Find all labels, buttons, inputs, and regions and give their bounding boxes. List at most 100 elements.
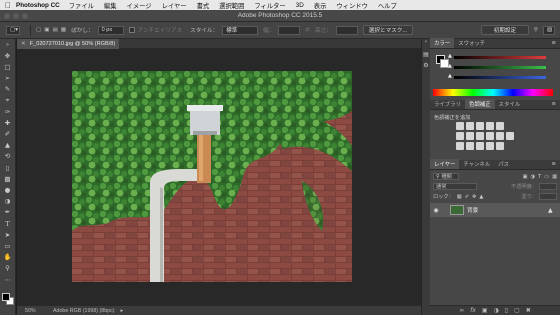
antialias-checkbox[interactable] [128,27,135,33]
layer-visibility-eye-icon[interactable]: ◉ [430,207,442,214]
black-white-icon[interactable] [476,132,484,140]
marquee-preset-picker[interactable]: ▢▾ [6,25,20,35]
tab-paths[interactable]: パス [494,159,513,169]
filter-shape-icon[interactable]: ▭ [544,174,549,180]
menu-filter[interactable]: フィルター [254,1,285,10]
zoom-level[interactable]: 50% [17,308,43,314]
channel-mixer-icon[interactable] [496,132,504,140]
blue-slider[interactable]: ▲ [448,73,556,80]
subtract-selection-icon[interactable]: ▤ [53,27,58,33]
layer-row-background[interactable]: ◉ 背景 ▲ [430,203,560,217]
apple-icon[interactable]:  [0,1,16,10]
properties-panel-icon[interactable]: ⚙ [422,62,430,73]
move-tool-icon[interactable]: ✥ [0,50,15,61]
menu-select[interactable]: 選択範囲 [219,1,244,10]
tab-adjustments[interactable]: 色調補正 [464,99,495,109]
red-slider-handle[interactable]: ▲ [448,53,452,59]
new-group-icon[interactable]: ▯ [505,307,508,314]
levels-icon[interactable] [466,122,474,130]
menu-edit[interactable]: 編集 [104,1,117,10]
layer-style-icon[interactable]: fx [470,307,476,314]
fill-input[interactable] [539,193,557,200]
marquee-tool-icon[interactable]: □ [0,61,15,72]
layers-menu-icon[interactable]: ≡ [547,159,560,169]
crop-tool-icon[interactable]: ⌖ [0,95,15,106]
brush-tool-icon[interactable]: ✐ [0,129,15,140]
feather-input[interactable]: 0 px [97,25,124,35]
menu-window[interactable]: ウィンドウ [336,1,367,10]
pen-tool-icon[interactable]: ✒ [0,207,15,218]
red-slider[interactable]: ▲ [448,53,556,60]
app-name-menu[interactable]: Photoshop CC [16,2,60,9]
select-and-mask-button[interactable]: 選択とマスク... [362,25,414,35]
menu-3d[interactable]: 3D [296,2,304,9]
panel-collapse-icon[interactable]: » [0,39,15,50]
menu-file[interactable]: ファイル [69,1,94,10]
hue-saturation-icon[interactable] [456,132,464,140]
history-brush-tool-icon[interactable]: ⟲ [0,151,15,162]
gradient-tool-icon[interactable]: ▩ [0,173,15,184]
new-selection-icon[interactable]: ▢ [36,27,41,33]
filter-type-icon[interactable]: T [538,174,541,180]
tab-swatches[interactable]: スウォッチ [454,38,489,48]
document-image[interactable] [72,71,352,282]
lock-image-icon[interactable]: ✐ [465,194,469,200]
lock-all-icon[interactable]: ▲ [479,194,483,200]
color-balance-icon[interactable] [466,132,474,140]
opacity-input[interactable] [539,183,557,190]
tab-color[interactable]: カラー [430,38,455,48]
invert-icon[interactable] [456,142,464,150]
dodge-tool-icon[interactable]: ◑ [0,196,15,207]
blend-mode-select[interactable]: 通常 [433,183,477,190]
layer-kind-filter[interactable]: ⚲ 種類 [433,173,459,180]
exposure-icon[interactable] [486,122,494,130]
hand-tool-icon[interactable]: ✋ [0,252,15,263]
threshold-icon[interactable] [476,142,484,150]
filter-smart-icon[interactable]: ▦ [552,174,557,180]
workspace-switcher[interactable]: 初期設定 [480,25,529,35]
intersect-selection-icon[interactable]: ▩ [61,27,66,33]
menu-type[interactable]: 書式 [197,1,210,10]
more-tools-icon[interactable]: ⋯ [0,274,15,285]
color-swatches[interactable] [2,293,14,305]
vibrance-icon[interactable] [496,122,504,130]
workspace-panel-button[interactable]: ▧ [543,25,555,35]
filter-pixel-icon[interactable]: ▣ [523,174,528,180]
eraser-tool-icon[interactable]: ▯ [0,162,15,173]
curves-icon[interactable] [476,122,484,130]
new-layer-icon[interactable]: ▢ [514,307,520,314]
document-tab[interactable]: ✕ F_020727010.jpg @ 50% (RGB/8) [17,39,120,49]
height-input[interactable] [335,25,358,35]
shape-tool-icon[interactable]: ▭ [0,240,15,251]
canvas-area[interactable] [17,49,421,305]
gradient-map-icon[interactable] [486,142,494,150]
lock-position-icon[interactable]: ✥ [472,194,476,200]
quick-select-tool-icon[interactable]: ✎ [0,84,15,95]
tab-libraries[interactable]: ライブラリ [430,99,465,109]
eyedropper-tool-icon[interactable]: ✑ [0,106,15,117]
clone-stamp-tool-icon[interactable]: ▲ [0,140,15,151]
color-lookup-icon[interactable] [506,132,514,140]
history-panel-icon[interactable]: ▤ [422,51,430,62]
lasso-tool-icon[interactable]: ➢ [0,73,15,84]
lock-transparent-icon[interactable]: ▦ [457,194,462,200]
posterize-icon[interactable] [466,142,474,150]
close-document-icon[interactable]: ✕ [21,41,26,47]
tab-styles[interactable]: スタイル [495,99,525,109]
expand-panels-icon[interactable]: « [422,39,430,49]
filter-adjustment-icon[interactable]: ◑ [530,174,535,180]
width-input[interactable] [278,25,301,35]
zoom-tool-icon[interactable]: ⚲ [0,263,15,274]
type-tool-icon[interactable]: T [0,218,15,229]
tab-layers[interactable]: レイヤー [430,159,460,169]
tab-channels[interactable]: チャンネル [459,159,494,169]
blue-slider-handle[interactable]: ▲ [448,73,452,79]
color-panel-menu-icon[interactable]: ≡ [547,38,560,48]
photo-filter-icon[interactable] [486,132,494,140]
link-layers-icon[interactable]: ∞ [459,307,464,314]
healing-brush-tool-icon[interactable]: ✚ [0,117,15,128]
brightness-contrast-icon[interactable] [456,122,464,130]
status-arrow-icon[interactable]: ▸ [121,308,124,314]
path-select-tool-icon[interactable]: ➤ [0,229,15,240]
search-icon[interactable]: ⚲ [534,27,538,33]
